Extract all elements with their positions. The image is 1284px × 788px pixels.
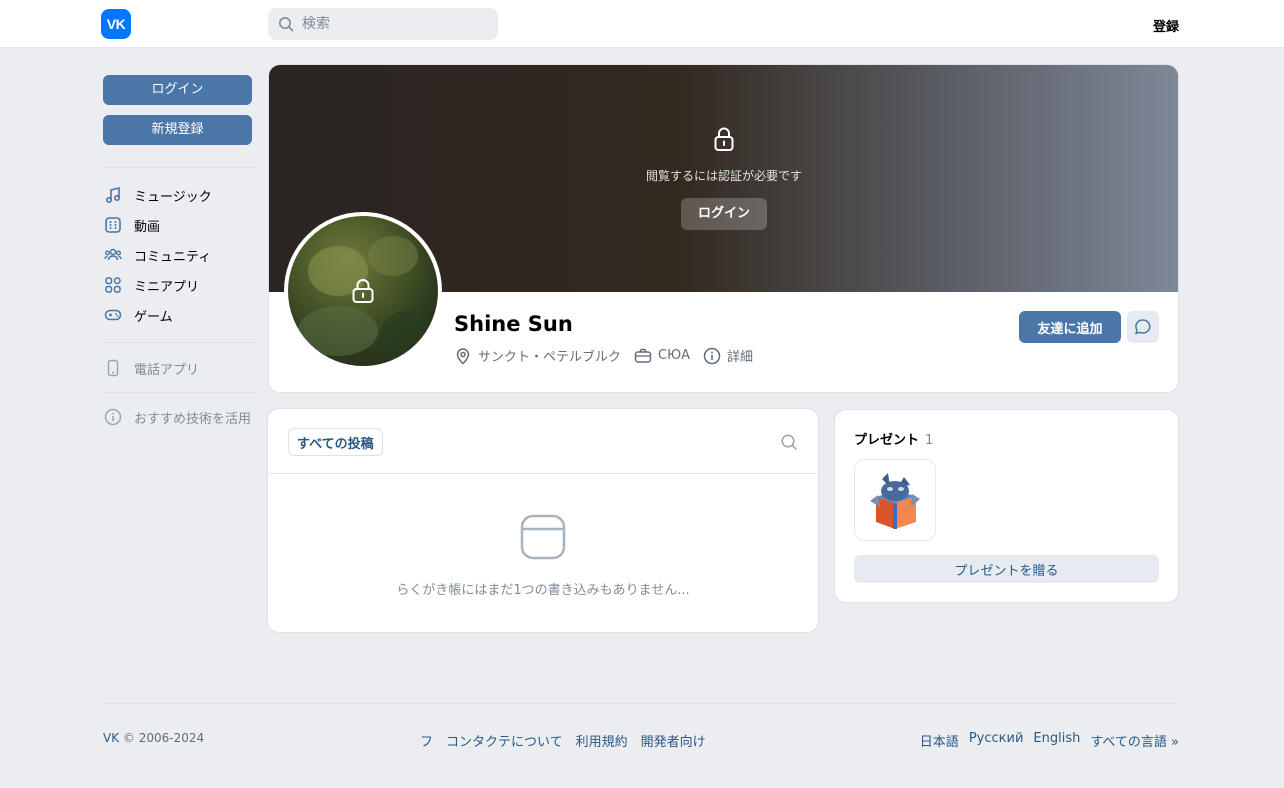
gamepad-icon	[103, 305, 123, 325]
sidebar-item-label: ゲーム	[134, 309, 173, 325]
briefcase-icon	[634, 348, 652, 363]
profile-details-link[interactable]: 詳細	[703, 346, 753, 365]
language-english[interactable]: English	[1033, 731, 1080, 750]
sidebar-divider	[103, 392, 258, 393]
footer-copyright: VK © 2006-2024	[103, 731, 204, 745]
lock-icon	[714, 127, 734, 151]
search-box[interactable]	[268, 8, 498, 40]
send-gift-button[interactable]: プレゼントを贈る	[854, 555, 1159, 583]
footer-languages: 日本語 Русский English すべての言語 »	[910, 731, 1179, 750]
top-header: VK 登録	[0, 0, 1284, 48]
avatar[interactable]	[284, 212, 442, 370]
gift-box-icon	[870, 473, 920, 529]
sidebar-nav: ミュージック 動画 コミュニティ ミニアプリ ゲーム	[103, 180, 258, 330]
vk-logo[interactable]: VK	[101, 9, 131, 39]
sidebar-item-label: 動画	[134, 219, 161, 235]
header-register-link[interactable]: 登録	[1153, 16, 1179, 35]
message-icon	[1135, 319, 1151, 335]
gifts-title: プレゼント	[854, 433, 920, 448]
profile-location: サンクト・ペテルブルク	[454, 346, 621, 365]
copyright-text: © 2006-2024	[122, 731, 205, 745]
sidebar-item-label: ミュージック	[134, 189, 212, 205]
sidebar-item-mini-apps[interactable]: ミニアプリ	[103, 270, 258, 300]
sidebar-item-video[interactable]: 動画	[103, 210, 258, 240]
video-icon	[103, 215, 123, 235]
sidebar-item-label: ミニアプリ	[134, 279, 200, 295]
footer-link-about[interactable]: コンタクテについて	[446, 731, 563, 750]
empty-wall-icon	[520, 514, 566, 564]
sidebar-item-label: 電話アプリ	[134, 362, 200, 378]
signup-button[interactable]: 新規登録	[103, 115, 252, 145]
cover-login-button[interactable]: ログイン	[680, 198, 767, 230]
lock-icon	[352, 279, 374, 303]
footer-link-terms[interactable]: 利用規約	[576, 731, 628, 750]
cover-auth-prompt: 閲覧するには認証が必要です ログイン	[639, 125, 809, 230]
wall-divider	[268, 473, 818, 474]
gift-item[interactable]	[854, 459, 936, 541]
empty-wall-text: らくがき帳にはまだ1つの書き込みもありません...	[396, 583, 690, 598]
sidebar-item-label: コミュニティ	[134, 249, 212, 265]
footer-link-developers[interactable]: 開発者向け	[641, 731, 706, 750]
sidebar-item-recommend[interactable]: おすすめ技術を活用	[103, 402, 258, 432]
gifts-count: 1	[925, 433, 934, 448]
apps-icon	[103, 275, 123, 295]
wall-block: すべての投稿 らくがき帳にはまだ1つの書き込みもありません...	[267, 408, 819, 633]
profile-name: Shine Sun	[454, 312, 573, 336]
language-russian[interactable]: Русский	[969, 731, 1024, 750]
sidebar-item-label: おすすめ技術を活用	[134, 411, 252, 427]
sidebar-item-community[interactable]: コミュニティ	[103, 240, 258, 270]
sidebar-item-phone-app[interactable]: 電話アプリ	[103, 353, 258, 383]
community-icon	[103, 245, 123, 265]
language-japanese[interactable]: 日本語	[920, 731, 959, 750]
message-button[interactable]	[1127, 311, 1159, 343]
left-sidebar: ログイン 新規登録 ミュージック 動画 コミュニティ ミニアプリ ゲーム 電話ア…	[103, 75, 258, 432]
location-icon	[456, 347, 470, 365]
add-friend-button[interactable]: 友達に追加	[1019, 311, 1121, 343]
search-icon	[781, 434, 797, 450]
login-button[interactable]: ログイン	[103, 75, 252, 105]
profile-meta: サンクト・ペテルブルク СЮА 詳細	[454, 346, 766, 365]
gifts-block: プレゼント 1 プレゼントを贈る	[834, 409, 1179, 603]
music-icon	[103, 185, 123, 205]
footer-vk-link[interactable]: VK	[103, 731, 119, 745]
auth-required-text: 閲覧するには認証が必要です	[645, 169, 802, 183]
details-text: 詳細	[727, 350, 754, 365]
info-icon	[103, 407, 123, 427]
wall-search-button[interactable]	[780, 433, 798, 455]
info-icon	[703, 347, 721, 364]
footer-divider	[103, 703, 1179, 704]
tab-all-posts[interactable]: すべての投稿	[288, 428, 383, 456]
sidebar-divider	[103, 342, 258, 343]
profile-work: СЮА	[634, 347, 690, 365]
gifts-header[interactable]: プレゼント 1	[854, 429, 933, 448]
language-all[interactable]: すべての言語 »	[1090, 731, 1179, 750]
footer-link[interactable]: フ	[420, 731, 433, 750]
search-icon	[279, 17, 294, 32]
location-text: サンクト・ペテルブルク	[478, 350, 622, 365]
phone-icon	[103, 358, 123, 378]
sidebar-divider	[103, 167, 258, 168]
search-input[interactable]	[302, 16, 482, 32]
footer-links: フ コンタクテについて 利用規約 開発者向け	[420, 731, 719, 750]
sidebar-item-music[interactable]: ミュージック	[103, 180, 258, 210]
sidebar-item-games[interactable]: ゲーム	[103, 300, 258, 330]
work-text: СЮА	[658, 348, 691, 363]
